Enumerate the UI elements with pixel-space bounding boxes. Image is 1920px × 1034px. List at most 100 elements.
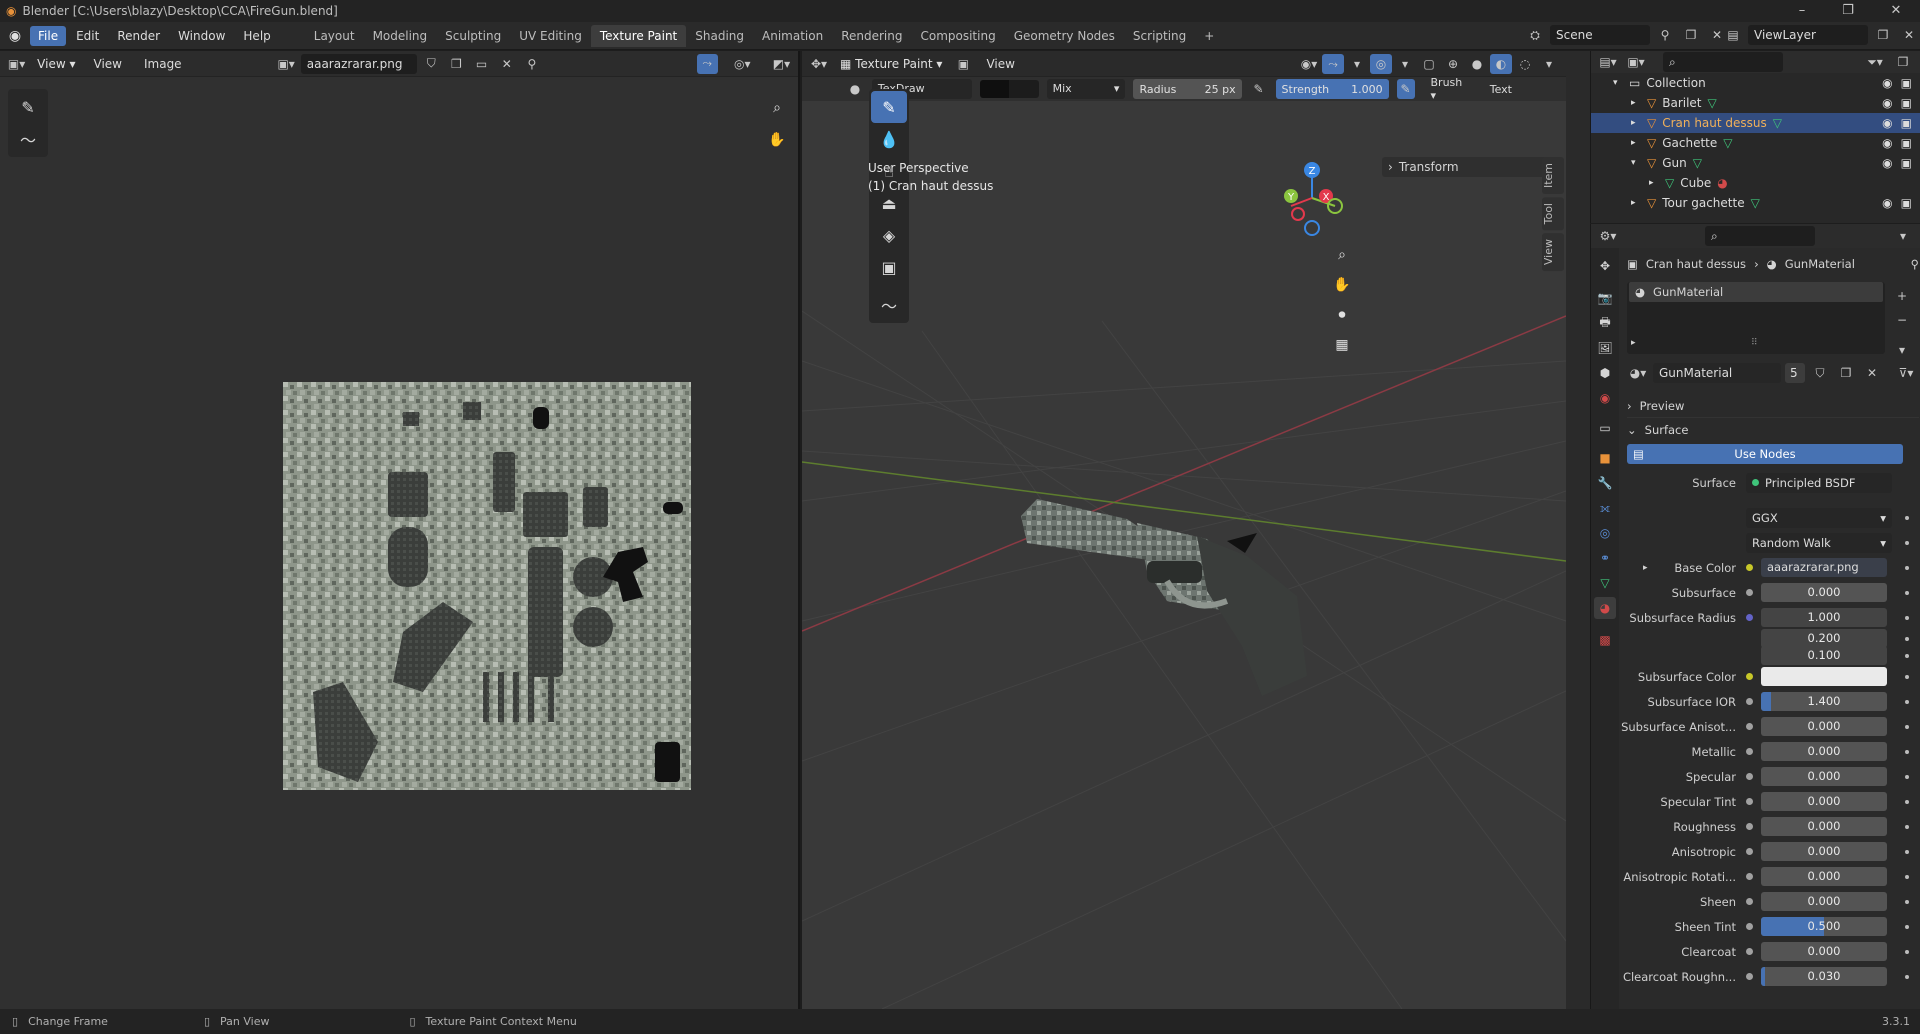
- outliner-row[interactable]: ▸ ▽ Cran haut dessus ▽ ◉ ▣: [1591, 113, 1920, 133]
- mode-dropdown[interactable]: ▦ Texture Paint ▾: [834, 53, 949, 74]
- new-collection-icon[interactable]: ❐: [1892, 52, 1914, 72]
- gizmo-toggle-icon[interactable]: ◎▾: [732, 54, 753, 74]
- properties-search-input[interactable]: ⌕: [1705, 226, 1815, 246]
- tab-compositing[interactable]: Compositing: [911, 25, 1004, 47]
- menu-render[interactable]: Render: [109, 26, 168, 46]
- overlay-icon[interactable]: ◎: [1370, 54, 1392, 74]
- unlink-image-icon[interactable]: ✕: [496, 54, 517, 74]
- eye-icon[interactable]: ◉: [1882, 96, 1892, 110]
- outliner-row[interactable]: ▾ ▽ Gun ▽ ◉ ▣: [1591, 153, 1920, 173]
- socket-icon[interactable]: [1746, 748, 1753, 755]
- outliner-row[interactable]: ▾ ▭ Collection ◉ ▣: [1591, 73, 1920, 93]
- filter-icon[interactable]: ⏷▾: [1864, 52, 1886, 72]
- editor-type-icon[interactable]: ▤▾: [1597, 52, 1619, 72]
- disclosure-icon[interactable]: ▸: [1649, 178, 1659, 188]
- transform-panel-header[interactable]: › Transform: [1382, 157, 1557, 177]
- tab-shading[interactable]: Shading: [686, 25, 753, 47]
- menu-view[interactable]: View: [978, 54, 1022, 74]
- keyframe-dot[interactable]: [1905, 674, 1909, 679]
- eye-icon[interactable]: ◉: [1882, 136, 1892, 150]
- tab-modeling[interactable]: Modeling: [364, 25, 437, 47]
- scene-tab-icon[interactable]: ⬢: [1594, 362, 1616, 384]
- surface-panel-header[interactable]: ⌄ Surface: [1627, 418, 1919, 442]
- tool-tab-icon[interactable]: ✥: [1594, 255, 1616, 277]
- new-viewlayer-icon[interactable]: ❐: [1872, 25, 1894, 45]
- viewlayer-icon[interactable]: ▤: [1722, 25, 1744, 45]
- shading-dropdown-icon[interactable]: ▾: [1538, 54, 1560, 74]
- tab-sculpting[interactable]: Sculpting: [436, 25, 510, 47]
- field-value[interactable]: 0.000: [1761, 892, 1887, 911]
- field-value[interactable]: 0.000: [1761, 717, 1887, 736]
- blender-menu-icon[interactable]: ◉: [0, 28, 30, 44]
- draw-tool-icon[interactable]: ✎: [871, 91, 907, 123]
- keyframe-dot[interactable]: [1905, 799, 1909, 804]
- mask-tool-icon[interactable]: ▣: [871, 251, 907, 283]
- xray-icon[interactable]: ▢: [1418, 54, 1440, 74]
- strength-field[interactable]: Strength 1.000: [1275, 79, 1389, 99]
- eye-icon[interactable]: ◉: [1882, 76, 1892, 90]
- color-socket-icon[interactable]: [1746, 564, 1753, 571]
- fake-user-icon[interactable]: ⛉: [421, 54, 442, 74]
- wireframe-shading-icon[interactable]: ⊕: [1442, 54, 1464, 74]
- surface-shader-field[interactable]: Principled BSDF: [1746, 472, 1892, 493]
- tab-texture-paint[interactable]: Texture Paint: [590, 24, 687, 47]
- field-value[interactable]: 0.000: [1761, 842, 1887, 861]
- tab-layout[interactable]: Layout: [305, 25, 364, 47]
- socket-icon[interactable]: [1746, 698, 1753, 705]
- socket-icon[interactable]: [1746, 798, 1753, 805]
- brush-color-swatch[interactable]: [979, 80, 1010, 98]
- pin-icon[interactable]: ⚲: [1654, 25, 1676, 45]
- pan-hand-icon[interactable]: ✋: [764, 127, 790, 153]
- strength-pressure-icon[interactable]: ✎: [1396, 79, 1415, 99]
- uv-sync-icon[interactable]: ⤳: [696, 53, 718, 74]
- keyframe-dot[interactable]: [1905, 653, 1909, 658]
- eye-icon[interactable]: ◉: [1882, 156, 1892, 170]
- base-color-field[interactable]: aaarazrarar.png: [1761, 558, 1887, 577]
- eye-icon[interactable]: ◉: [1882, 116, 1892, 130]
- tab-tool[interactable]: Tool: [1542, 197, 1564, 231]
- 3d-viewport[interactable]: ✥▾ ▦ Texture Paint ▾ ▣ View ◉▾ ⤳ ▾ ◎ ▾ ▢…: [802, 51, 1566, 1009]
- tab-geometry-nodes[interactable]: Geometry Nodes: [1005, 25, 1124, 47]
- camera-icon[interactable]: ▣: [1901, 196, 1912, 210]
- editor-type-icon[interactable]: ▣▾: [6, 54, 27, 74]
- display-mode-icon[interactable]: ▣▾: [1625, 52, 1647, 72]
- keyframe-dot[interactable]: [1905, 974, 1909, 979]
- keyframe-dot[interactable]: [1905, 615, 1909, 620]
- field-value[interactable]: 0.000: [1761, 742, 1887, 761]
- duplicate-material-icon[interactable]: ❐: [1835, 363, 1857, 383]
- outliner-row[interactable]: ▸ ▽ Gachette ▽ ◉ ▣: [1591, 133, 1920, 153]
- tab-rendering[interactable]: Rendering: [832, 25, 911, 47]
- keyframe-dot[interactable]: [1905, 724, 1909, 729]
- display-channels-icon[interactable]: ◩▾: [771, 54, 792, 74]
- keyframe-dot[interactable]: [1905, 540, 1909, 545]
- camera-icon[interactable]: ▣: [1901, 136, 1912, 150]
- overlay-dropdown-icon[interactable]: ▾: [1394, 54, 1416, 74]
- annotate-tool-icon[interactable]: 〜: [10, 123, 46, 155]
- keyframe-dot[interactable]: [1905, 590, 1909, 595]
- camera-icon[interactable]: ▣: [1901, 76, 1912, 90]
- sample-tool-icon[interactable]: ✎: [10, 91, 46, 123]
- disclosure-icon[interactable]: ▾: [1613, 78, 1623, 88]
- field-value[interactable]: 0.000: [1761, 817, 1887, 836]
- field-value[interactable]: 0.030: [1761, 967, 1887, 986]
- field-value[interactable]: 0.000: [1761, 767, 1887, 786]
- remove-slot-icon[interactable]: −: [1891, 310, 1913, 330]
- field-value[interactable]: 0.500: [1761, 917, 1887, 936]
- menu-view[interactable]: View: [86, 54, 130, 74]
- navigation-gizmo[interactable]: Z X Y: [1277, 156, 1347, 236]
- socket-icon[interactable]: [1746, 973, 1753, 980]
- keyframe-dot[interactable]: [1905, 515, 1909, 520]
- disclosure-icon[interactable]: ▸: [1631, 198, 1641, 208]
- fill-tool-icon[interactable]: ◈: [871, 219, 907, 251]
- image-browse-icon[interactable]: ▣▾: [276, 54, 297, 74]
- add-slot-icon[interactable]: +: [1891, 286, 1913, 306]
- slot-menu-icon[interactable]: ▾: [1891, 340, 1913, 360]
- field-value[interactable]: 0.100: [1761, 646, 1887, 665]
- gizmo-icon[interactable]: ⤳: [1322, 54, 1344, 74]
- outliner-search-input[interactable]: ⌕: [1663, 52, 1783, 72]
- field-value[interactable]: 0.000: [1761, 583, 1887, 602]
- field-value[interactable]: 0.000: [1761, 867, 1887, 886]
- minimize-button[interactable]: –: [1780, 0, 1824, 22]
- keyframe-dot[interactable]: [1905, 849, 1909, 854]
- viewlayer-name-field[interactable]: ViewLayer: [1748, 25, 1868, 45]
